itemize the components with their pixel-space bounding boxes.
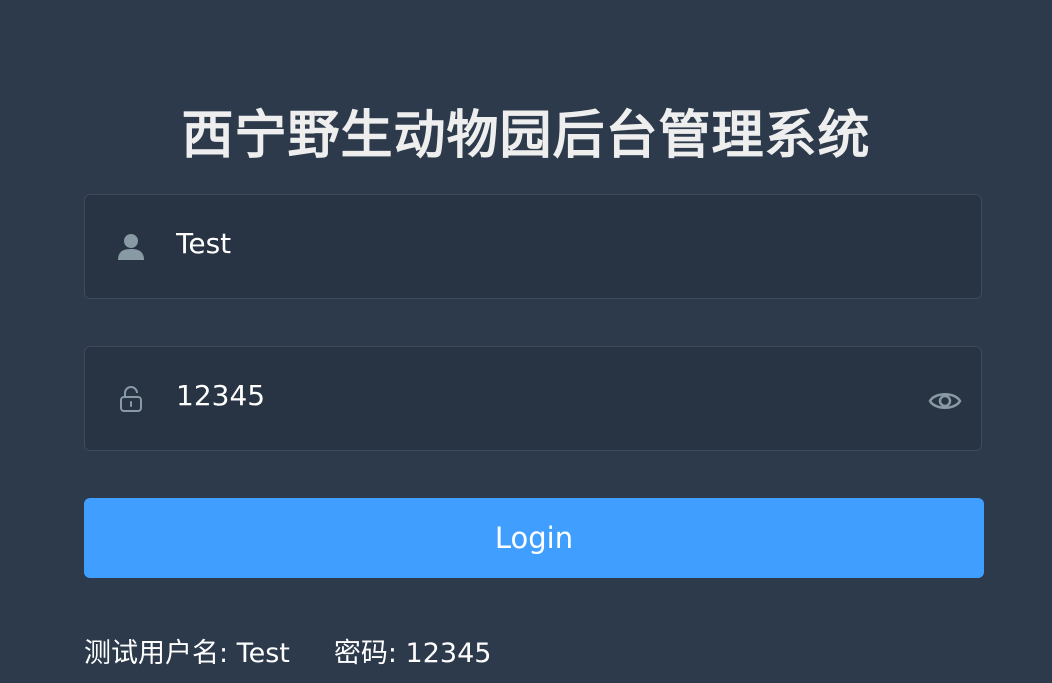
tip-password: 密码: 12345 — [333, 638, 492, 669]
login-tips: 测试用户名: Test 密码: 12345 — [84, 634, 491, 674]
user-icon — [115, 231, 147, 263]
tip-username: 测试用户名: Test — [84, 638, 290, 669]
page-title: 西宁野生动物园后台管理系统 — [181, 106, 871, 166]
password-field[interactable] — [84, 346, 982, 451]
eye-icon[interactable] — [927, 385, 963, 417]
username-input[interactable] — [176, 217, 896, 269]
login-button[interactable]: Login — [84, 498, 984, 578]
password-input[interactable] — [176, 369, 896, 421]
login-page: 西宁野生动物园后台管理系统 Login 测试用户名: Tes — [0, 0, 1052, 683]
lock-icon — [115, 383, 147, 415]
username-field[interactable] — [84, 194, 982, 299]
